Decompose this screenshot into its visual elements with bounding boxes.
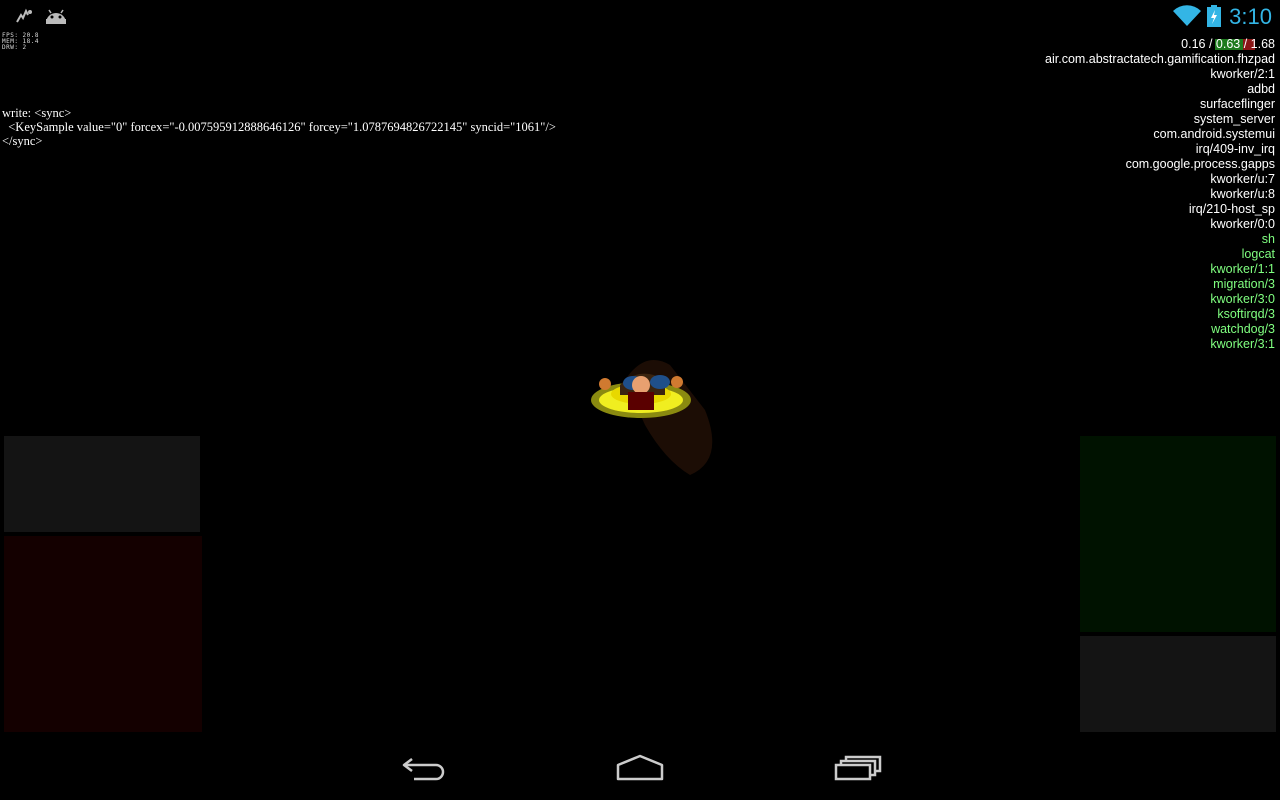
player-sprite [591, 360, 713, 475]
recent-apps-icon [834, 755, 882, 781]
sync-log-line: </sync> [2, 134, 43, 148]
back-button[interactable] [384, 748, 464, 788]
load-average: 0.16 / 0.63 / 1.68 [1181, 37, 1275, 52]
process-item: adbd [1247, 82, 1275, 96]
fps-overlay: FPS: 20.8 MEM: 18.4 DRW: 2 [2, 33, 39, 51]
process-item: kworker/1:1 [1210, 262, 1275, 276]
process-list: air.com.abstractatech.gamification.fhzpa… [1045, 52, 1275, 352]
control-pad-left-top[interactable] [4, 436, 200, 532]
wifi-icon [1173, 5, 1201, 31]
process-item: kworker/0:0 [1210, 217, 1275, 231]
process-item: sh [1261, 232, 1275, 246]
process-item: kworker/3:1 [1210, 337, 1275, 351]
cpu-overlay: 0.16 / 0.63 / 1.68 air.com.abstractatech… [1045, 37, 1275, 352]
home-button[interactable] [600, 748, 680, 788]
process-item: kworker/2:1 [1210, 67, 1275, 81]
recent-apps-button[interactable] [818, 748, 898, 788]
process-item: watchdog/3 [1211, 322, 1275, 336]
sync-log-line: <KeySample value="0" forcex="-0.00759591… [2, 120, 556, 134]
process-item: system_server [1193, 112, 1275, 126]
control-pad-left-bottom[interactable] [4, 536, 202, 732]
nav-bar [0, 736, 1280, 800]
process-item: com.google.process.gapps [1125, 157, 1275, 171]
process-item: kworker/3:0 [1210, 292, 1275, 306]
process-item: air.com.abstractatech.gamification.fhzpa… [1045, 52, 1275, 66]
control-pad-right-top[interactable] [1080, 436, 1276, 632]
process-item: logcat [1241, 247, 1275, 261]
sync-log-line: write: <sync> [2, 106, 72, 120]
clock: 3:10 [1229, 4, 1272, 29]
process-item: migration/3 [1213, 277, 1275, 291]
process-item: com.android.systemui [1153, 127, 1275, 141]
battery-icon [1207, 5, 1221, 31]
process-item: kworker/u:7 [1210, 172, 1275, 186]
process-item: irq/210-host_sp [1188, 202, 1275, 216]
back-icon [402, 758, 445, 781]
process-item: kworker/u:8 [1210, 187, 1275, 201]
drw-value: DRW: 2 [2, 44, 27, 51]
process-item: irq/409-inv_irq [1195, 142, 1275, 156]
process-item: surfaceflinger [1199, 97, 1275, 111]
process-item: ksoftirqd/3 [1217, 307, 1275, 321]
android-icon [44, 5, 68, 29]
status-bar: 3:10 [0, 0, 1280, 34]
control-pad-right-bottom[interactable] [1080, 636, 1276, 732]
load-average-text: 0.16 / 0.63 / 1.68 [1181, 37, 1275, 51]
home-icon [616, 754, 664, 781]
sync-log: write: <sync> <KeySample value="0" force… [2, 106, 556, 148]
debug-icon [14, 6, 34, 30]
